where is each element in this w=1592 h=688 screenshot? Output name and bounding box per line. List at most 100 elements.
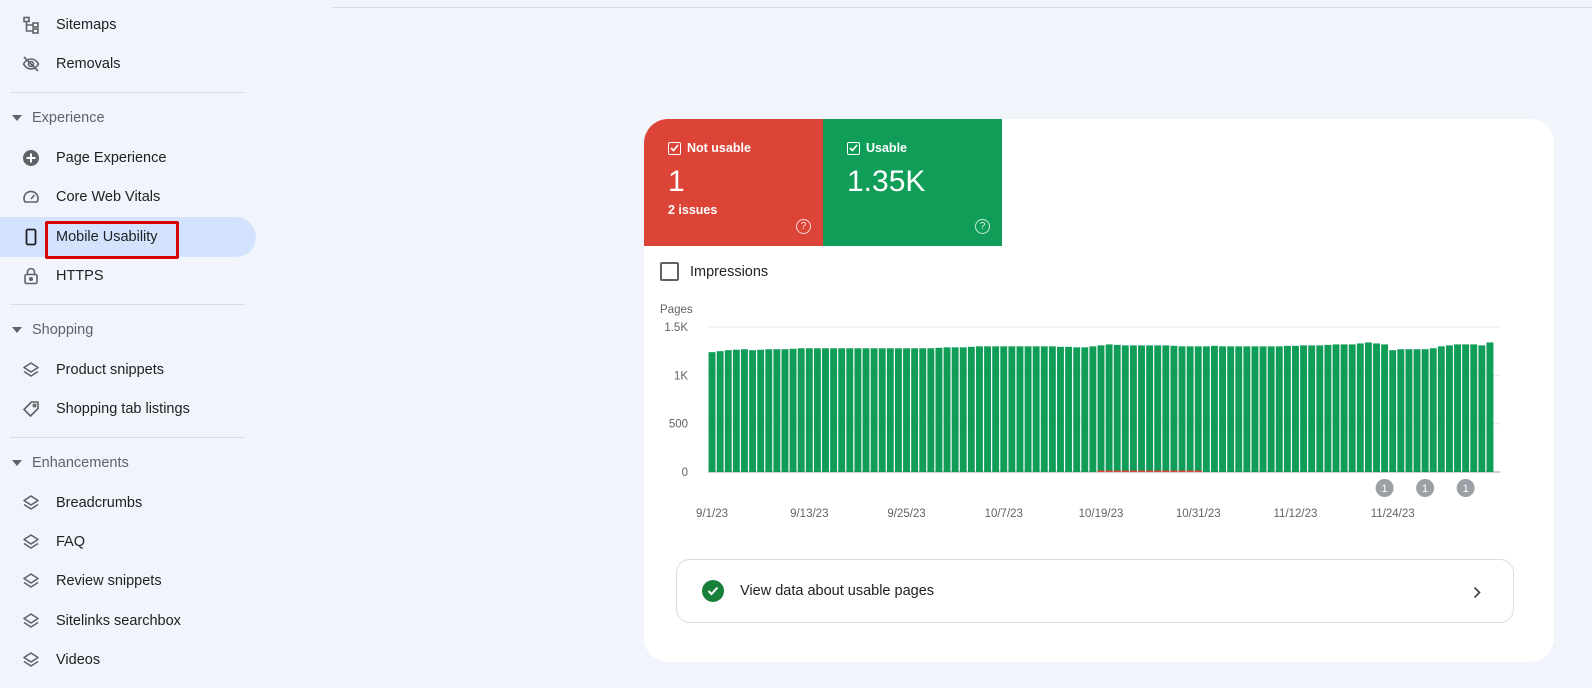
bar-usable (789, 348, 797, 472)
bar-usable (1057, 346, 1064, 472)
section-header-shopping[interactable]: Shopping (0, 313, 256, 347)
bar-usable (830, 348, 838, 472)
bar-usable (1478, 345, 1486, 472)
bar-not-usable (1113, 470, 1121, 472)
bar-usable (943, 347, 951, 472)
bar-usable (846, 348, 854, 472)
sidebar-item-removals[interactable]: Removals (0, 44, 256, 84)
bar-usable (1048, 346, 1056, 472)
bar-usable (1364, 342, 1372, 472)
usable-tile[interactable]: Usable 1.35K ? (823, 119, 1002, 246)
help-icon[interactable]: ? (796, 219, 811, 234)
x-tick-label: 9/13/23 (790, 508, 828, 520)
bar-usable (992, 346, 1000, 472)
bar-usable (1470, 344, 1478, 472)
bar-usable (805, 348, 813, 472)
bar-usable (894, 348, 902, 472)
bar-usable (903, 348, 910, 472)
bar-usable (1251, 346, 1259, 472)
checkbox-checked-icon[interactable] (847, 141, 860, 155)
layers-icon (22, 612, 40, 630)
bar-usable (1081, 347, 1089, 472)
bar-usable (1178, 346, 1186, 472)
highlight-box (45, 221, 179, 259)
bar-usable (1462, 344, 1470, 472)
sidebar-item-label: FAQ (56, 534, 86, 550)
x-tick-label: 11/24/23 (1371, 508, 1415, 520)
bar-usable (1000, 346, 1008, 472)
x-tick-label: 10/31/23 (1176, 508, 1221, 520)
sidebar-item-label: Sitelinks searchbox (56, 613, 181, 629)
bar-usable (1129, 345, 1137, 472)
bar-usable (1154, 345, 1162, 472)
x-tick-label: 11/12/23 (1274, 508, 1318, 520)
caret-down-icon (12, 325, 22, 335)
sidebar-item-sitelinks-searchbox[interactable]: Sitelinks searchbox (0, 601, 256, 641)
sidebar-divider (10, 437, 245, 438)
layers-icon (22, 361, 40, 379)
bar-usable (1146, 345, 1154, 472)
section-header-experience[interactable]: Experience (0, 101, 256, 135)
impressions-label: Impressions (690, 263, 769, 280)
sidebar-item-label: Breadcrumbs (56, 495, 143, 511)
sidebar-item-breadcrumbs[interactable]: Breadcrumbs (0, 483, 256, 523)
checkbox-checked-icon[interactable] (668, 141, 681, 155)
sidebar-item-shopping-tab-listings[interactable]: Shopping tab listings (0, 389, 256, 429)
y-tick-label: 500 (669, 419, 688, 431)
sidebar-item-videos[interactable]: Videos (0, 640, 256, 680)
bar-not-usable (1162, 470, 1170, 472)
bar-usable (1381, 344, 1389, 472)
bar-not-usable (1154, 470, 1162, 472)
bar-usable (976, 346, 983, 472)
bar-usable (1300, 345, 1308, 472)
bar-usable (1235, 346, 1243, 472)
caret-down-icon (12, 458, 22, 468)
bar-usable (813, 348, 821, 472)
bar-usable (1008, 346, 1016, 472)
sidebar: Sitemaps Removals Experience Page Experi… (0, 0, 262, 688)
section-header-label: Enhancements (32, 455, 129, 471)
bar-usable (1194, 346, 1202, 472)
sidebar-item-core-web-vitals[interactable]: Core Web Vitals (0, 177, 256, 217)
bar-not-usable (1170, 470, 1178, 472)
y-tick-label: 1K (674, 370, 688, 382)
view-usable-pages-link[interactable]: View data about usable pages (676, 559, 1514, 623)
bar-usable (1259, 346, 1267, 472)
impressions-checkbox[interactable] (660, 262, 679, 281)
bar-usable (862, 348, 870, 472)
bar-usable (1202, 346, 1210, 472)
sidebar-item-review-snippets[interactable]: Review snippets (0, 561, 256, 601)
bar-usable (1105, 344, 1113, 472)
bar-usable (854, 348, 862, 472)
sidebar-item-sitemaps[interactable]: Sitemaps (0, 5, 256, 45)
view-usable-pages-label: View data about usable pages (740, 583, 935, 599)
not-usable-tile[interactable]: Not usable 1 2 issues ? (644, 119, 823, 246)
sidebar-item-page-experience[interactable]: Page Experience (0, 138, 256, 178)
impressions-toggle[interactable]: Impressions (660, 262, 768, 281)
bar-usable (1040, 346, 1048, 472)
annotation-label: 1 (1422, 483, 1428, 495)
sidebar-item-https[interactable]: HTTPS (0, 256, 256, 296)
bar-usable (838, 348, 846, 472)
not-usable-label: Not usable (687, 141, 751, 155)
bar-usable (1437, 346, 1445, 472)
help-icon[interactable]: ? (975, 219, 990, 234)
sidebar-item-product-snippets[interactable]: Product snippets (0, 350, 256, 390)
layers-icon (22, 533, 40, 551)
sidebar-divider (10, 304, 245, 305)
not-usable-value: 1 (668, 165, 685, 198)
bar-usable (1389, 350, 1397, 472)
layers-icon (22, 651, 40, 669)
annotation-label: 1 (1463, 483, 1469, 495)
bar-usable (1065, 346, 1073, 472)
bar-usable (1227, 346, 1235, 472)
bar-usable (1024, 346, 1032, 472)
sidebar-item-faq[interactable]: FAQ (0, 522, 256, 562)
eye-off-icon (22, 55, 40, 73)
bar-usable (1016, 346, 1024, 472)
bar-usable (757, 349, 765, 472)
top-divider (332, 7, 1592, 8)
bar-usable (732, 349, 740, 472)
phone-icon (22, 228, 40, 246)
section-header-enhancements[interactable]: Enhancements (0, 446, 256, 480)
